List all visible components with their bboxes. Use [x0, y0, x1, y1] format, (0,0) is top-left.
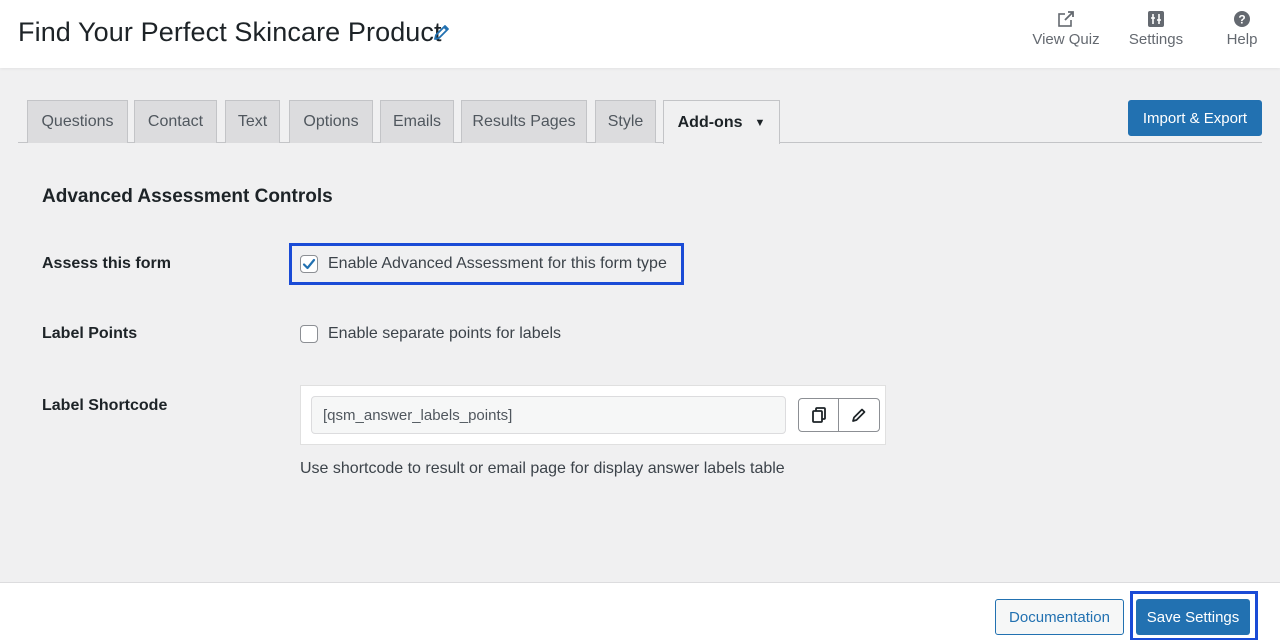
view-quiz-action[interactable]: View Quiz	[1031, 10, 1101, 48]
checkbox[interactable]	[300, 255, 318, 273]
shortcode-box: [qsm_answer_labels_points]	[300, 385, 886, 445]
shortcode-help-text: Use shortcode to result or email page fo…	[300, 460, 785, 477]
tab-results-pages[interactable]: Results Pages	[461, 100, 587, 143]
import-export-button[interactable]: Import & Export	[1128, 100, 1262, 136]
tab-text[interactable]: Text	[225, 100, 280, 143]
assess-form-label: Assess this form	[42, 255, 171, 272]
tab-label: Results Pages	[472, 113, 576, 130]
pencil-icon	[852, 408, 866, 422]
tab-label: Style	[607, 113, 644, 130]
tab-questions[interactable]: Questions	[27, 100, 128, 143]
tab-style[interactable]: Style	[595, 100, 656, 143]
documentation-button[interactable]: Documentation	[995, 599, 1124, 635]
tab-label: Add-ons	[677, 113, 743, 131]
assess-checkbox-row[interactable]: Enable Advanced Assessment for this form…	[300, 255, 667, 273]
help-icon: ?	[1234, 11, 1250, 27]
top-bar: Find Your Perfect Skincare Product View …	[0, 0, 1280, 68]
tab-emails[interactable]: Emails	[380, 100, 454, 143]
footer-bar: Documentation Save Settings	[0, 582, 1280, 640]
settings-action[interactable]: Settings	[1126, 10, 1186, 48]
tab-label: Emails	[392, 113, 441, 130]
caret-down-icon: ▼	[754, 116, 766, 129]
view-quiz-label: View Quiz	[1032, 31, 1100, 48]
tab-add-ons[interactable]: Add-ons ▼	[663, 100, 780, 144]
copy-button[interactable]	[799, 399, 840, 431]
settings-icon	[1148, 11, 1164, 27]
tab-label: Contact	[147, 113, 204, 130]
section-title: Advanced Assessment Controls	[42, 186, 333, 207]
label-points-checkbox-row[interactable]: Enable separate points for labels	[300, 325, 561, 343]
shortcode-button-group	[798, 398, 880, 432]
label-points-label: Label Points	[42, 325, 138, 342]
tab-label: Questions	[41, 113, 114, 130]
edit-button[interactable]	[839, 399, 879, 431]
page-title: Find Your Perfect Skincare Product	[18, 17, 442, 47]
tab-label: Options	[303, 113, 359, 130]
save-settings-button[interactable]: Save Settings	[1136, 599, 1250, 635]
label-points-checkbox-label: Enable separate points for labels	[328, 325, 562, 342]
settings-label: Settings	[1128, 31, 1184, 48]
tab-label: Text	[237, 113, 268, 130]
tab-contact[interactable]: Contact	[134, 100, 217, 143]
checkbox[interactable]	[300, 325, 318, 343]
shortcode-field[interactable]: [qsm_answer_labels_points]	[311, 396, 786, 434]
svg-text:?: ?	[1238, 13, 1245, 27]
checkmark-icon	[302, 258, 316, 270]
help-action[interactable]: ? Help	[1222, 10, 1262, 48]
external-link-icon	[1058, 11, 1074, 27]
tab-options[interactable]: Options	[289, 100, 373, 143]
copy-icon	[811, 407, 826, 423]
tab-bar: Questions Contact Text Options Emails Re…	[18, 100, 1262, 144]
pencil-icon[interactable]	[432, 22, 452, 42]
help-label: Help	[1226, 31, 1258, 48]
assess-checkbox-label: Enable Advanced Assessment for this form…	[328, 255, 667, 272]
label-shortcode-label: Label Shortcode	[42, 397, 168, 414]
